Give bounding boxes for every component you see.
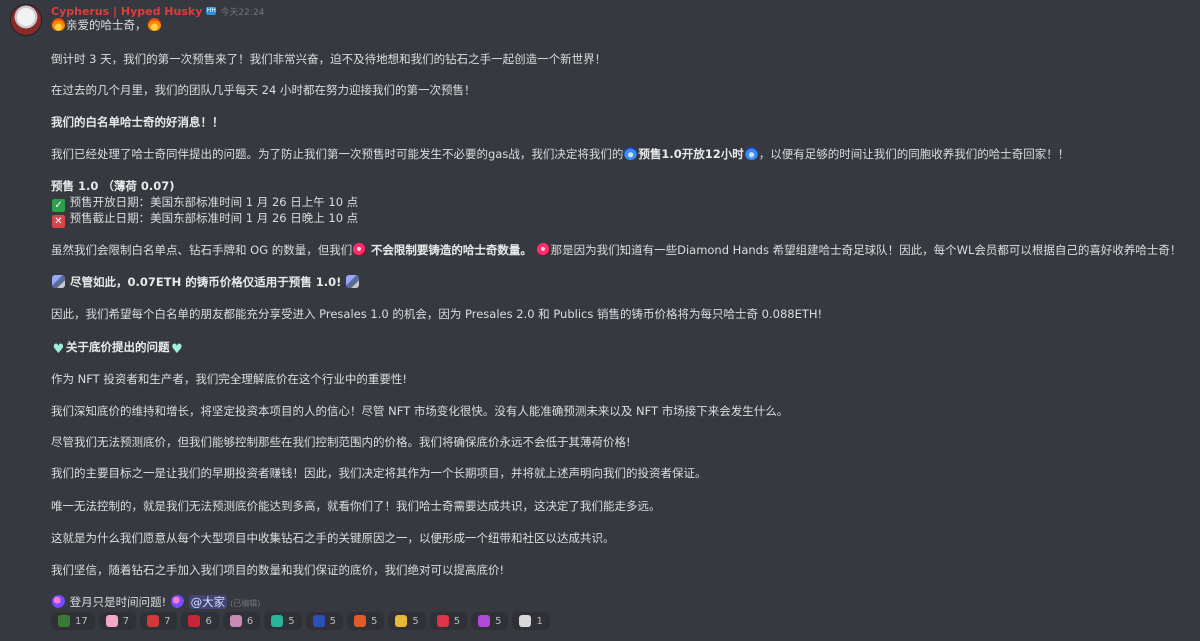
tree-icon xyxy=(58,615,70,627)
reaction-count: 5 xyxy=(288,615,295,627)
presale-open-text: 预售开放日期：美国东部标准时间 1 月 26 日上午 10 点 xyxy=(69,195,359,209)
reaction-count: 5 xyxy=(495,615,502,627)
reaction-button[interactable]: 6 xyxy=(181,612,219,630)
role-badge-icon: HH xyxy=(206,7,217,15)
greeting-line: 亲爱的哈士奇， xyxy=(51,17,162,33)
reaction-button[interactable]: 5 xyxy=(388,612,426,630)
paragraph: 我们的主要目标之一是让我们的早期投资者赚钱！因此，我们决定将其作为一个长期项目，… xyxy=(51,466,707,480)
reaction-count: 5 xyxy=(329,615,336,627)
paragraph: 因此，我们希望每个白名单的朋友都能充分享受进入 Presales 1.0 的机会… xyxy=(51,307,823,321)
presale-title: 预售 1.0 （薄荷 0.07) xyxy=(51,179,175,193)
paragraph-heading: ♥ 关于底价提出的问题 ♥ xyxy=(51,339,185,356)
paragraph: 虽然我们会限制白名单点、钻石手牌和 OG 的数量，但我们 不会限制要铸造的哈士奇… xyxy=(51,242,1181,258)
paragraph: 我们坚信，随着钻石之手加入我们项目的数量和我们保证的底价，我们绝对可以提高底价! xyxy=(51,563,505,577)
paragraph: 我们已经处理了哈士奇同伴提出的问题。为了防止我们第一次预售时可能发生不必要的ga… xyxy=(51,146,1069,162)
paragraph-emphasis: 不会限制要铸造的哈士奇数量。 xyxy=(370,243,532,257)
paragraph: 尽管我们无法预测底价，但我们能够控制那些在我们控制范围内的价格。我们将确保底价永… xyxy=(51,435,631,449)
paragraph: 倒计时 3 天，我们的第一次预售来了！我们非常兴奋，迫不及待地想和我们的钻石之手… xyxy=(51,52,607,66)
presale-close-text: 预售截止日期：美国东部标准时间 1 月 26 日晚上 10 点 xyxy=(69,211,359,225)
reaction-count: 5 xyxy=(370,615,378,627)
edited-label: (已编辑) xyxy=(230,599,261,608)
gem-icon xyxy=(353,243,367,256)
paragraph: 作为 NFT 投资者和生产者，我们完全理解底价在这个行业中的重要性! xyxy=(51,372,407,386)
pink-heart-icon xyxy=(105,615,118,627)
reaction-count: 5 xyxy=(412,615,419,627)
heading-text: 尽管如此，0.07ETH 的铸币价格仅适用于预售 1.0! xyxy=(70,275,342,289)
red-circle-icon xyxy=(188,615,201,627)
blue-fire-icon xyxy=(744,147,758,160)
paragraph-text: 虽然我们会限制白名单点、钻石手牌和 OG 的数量，但我们 xyxy=(51,243,353,257)
fire-icon xyxy=(353,615,366,627)
reaction-button[interactable]: 1 xyxy=(512,612,550,630)
paragraph: 在过去的几个月里，我们的团队几乎每天 24 小时都在努力迎接我们的第一次预售！ xyxy=(51,83,476,97)
paragraph: 我们深知底价的维持和增长，将坚定投资本项目的人的信心！尽管 NFT 市场变化很快… xyxy=(51,404,789,418)
chat-message: Cypherus | Hyped Husky HH 今天22:24 亲爱的哈士奇… xyxy=(0,0,1200,641)
paragraph-heading: 我们的白名单哈士奇的好消息！！ xyxy=(51,115,224,129)
reaction-button[interactable]: 5 xyxy=(305,612,343,630)
blue-sparkle-icon xyxy=(312,615,325,627)
reaction-button[interactable]: 5 xyxy=(429,612,468,630)
reaction-button[interactable]: 5 xyxy=(264,612,302,630)
red-heart-icon xyxy=(436,615,449,627)
reaction-count: 7 xyxy=(164,615,171,627)
blue-fire-icon xyxy=(624,147,638,160)
paragraph-heading: 尽管如此，0.07ETH 的铸币价格仅适用于预售 1.0! xyxy=(51,274,360,290)
gem-icon xyxy=(536,243,550,256)
ribbon-icon xyxy=(229,615,242,627)
greeting-text: 亲爱的哈士奇， xyxy=(66,18,147,32)
paragraph-emphasis: 预售1.0开放12小时 xyxy=(638,147,744,161)
paragraph-text: 我们已经处理了哈士奇同伴提出的问题。为了防止我们第一次预售时可能发生不必要的ga… xyxy=(51,147,624,161)
fire-icon xyxy=(52,18,65,31)
paragraph-text: ，以便有足够的时间让我们的同胞收养我们的哈士奇回家！！ xyxy=(758,147,1070,161)
face-icon xyxy=(519,615,532,627)
paintbrush-icon xyxy=(346,275,360,288)
reaction-count: 5 xyxy=(453,615,461,627)
reaction-button[interactable]: 5 xyxy=(346,612,385,630)
heart-icon: ♥ xyxy=(52,342,65,357)
moon-icon xyxy=(52,595,65,608)
reaction-count: 6 xyxy=(205,615,212,627)
timestamp: 今天22:24 xyxy=(220,7,265,18)
reaction-count: 1 xyxy=(536,615,543,627)
red-ring-icon xyxy=(147,615,160,627)
heart-icon: ♥ xyxy=(171,342,183,357)
reaction-button[interactable]: 7 xyxy=(140,612,178,630)
fire-icon xyxy=(147,18,161,31)
reaction-count: 7 xyxy=(122,615,130,627)
paragraph-text: 那是因为我们知道有一些Diamond Hands 希望组建哈士奇足球队！因此，每… xyxy=(550,243,1182,257)
presale-close-line: ✕ 预售截止日期：美国东部标准时间 1 月 26 日晚上 10 点 xyxy=(51,210,358,228)
avatar[interactable] xyxy=(10,4,42,36)
reaction-button[interactable]: 6 xyxy=(222,612,261,630)
paragraph: 唯一无法控制的，就是我们无法预测底价能达到多高，就看你们了！我们哈士奇需要达成共… xyxy=(51,499,661,513)
purple-check-icon xyxy=(478,615,491,627)
closing-line: 登月只是时间问题! @大家 (已编辑) xyxy=(51,594,260,612)
reaction-count: 17 xyxy=(75,615,88,627)
reaction-button[interactable]: 5 xyxy=(471,612,509,630)
teal-badge-icon xyxy=(271,615,284,627)
reaction-button[interactable]: 7 xyxy=(98,612,137,630)
moon-icon xyxy=(170,595,184,608)
paintbrush-icon xyxy=(52,275,65,288)
reaction-button[interactable]: 17 xyxy=(51,612,95,630)
message-header: Cypherus | Hyped Husky HH 今天22:24 xyxy=(51,4,264,18)
closing-text: 登月只是时间问题! xyxy=(69,595,167,609)
cross-icon: ✕ xyxy=(52,215,65,228)
heading-text: 关于底价提出的问题 xyxy=(66,340,170,354)
reaction-count: 6 xyxy=(246,615,254,627)
star-icon xyxy=(395,615,408,627)
reaction-bar: 17 7 7 6 6 5 5 5 5 5 5 1 xyxy=(51,612,550,630)
everyone-mention[interactable]: @大家 xyxy=(188,595,228,609)
author-name[interactable]: Cypherus | Hyped Husky xyxy=(51,5,202,18)
paragraph: 这就是为什么我们愿意从每个大型项目中收集钻石之手的关键原因之一，以便形成一个纽带… xyxy=(51,531,615,545)
